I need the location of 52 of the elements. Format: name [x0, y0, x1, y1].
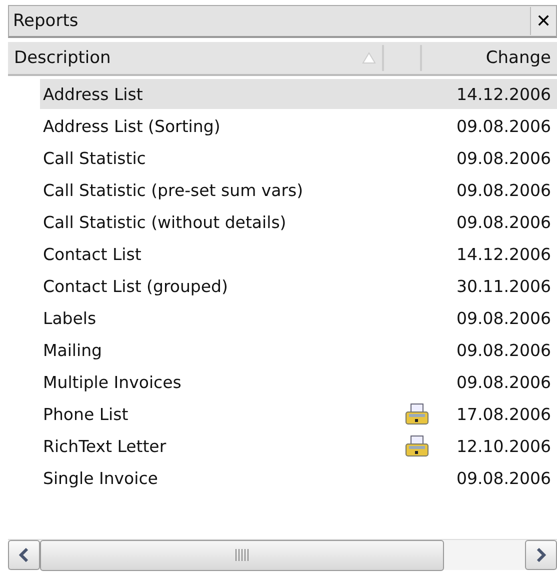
change-date: 09.08.2006 [456, 180, 552, 200]
table-row[interactable]: Single Invoice 09.08.2006 [40, 463, 557, 493]
report-name: Call Statistic (pre-set sum vars) [42, 180, 304, 200]
report-name: RichText Letter [42, 436, 168, 456]
table-row[interactable]: Contact List (grouped) 30.11.2006 [40, 271, 557, 301]
table-row[interactable]: Labels 09.08.2006 [40, 303, 557, 333]
change-date: 12.10.2006 [456, 436, 552, 456]
table-row[interactable]: Address List 14.12.2006 [40, 79, 557, 109]
change-date: 09.08.2006 [456, 372, 552, 392]
column-header[interactable]: Change [486, 48, 551, 68]
table-row[interactable]: Multiple Invoices 09.08.2006 [40, 367, 557, 397]
change-date: 14.12.2006 [456, 244, 552, 264]
chevron-right-icon [536, 548, 546, 562]
report-name: Labels [42, 308, 98, 328]
report-name: Call Statistic (without details) [42, 212, 288, 232]
report-name: Address List [42, 84, 144, 104]
report-name: Single Invoice [42, 468, 159, 488]
column-header[interactable]: Description [14, 48, 111, 68]
table-row[interactable]: Call Statistic (pre-set sum vars) 09.08.2006 [40, 175, 557, 205]
change-date: 09.08.2006 [456, 212, 552, 232]
chevron-left-icon [19, 548, 29, 562]
scroll-thumb[interactable] [40, 540, 444, 570]
change-date: 09.08.2006 [456, 148, 552, 168]
table-row[interactable]: Call Statistic (without details) 09.08.2006 [40, 207, 557, 237]
change-date: 17.08.2006 [456, 404, 552, 424]
scroll-left-button[interactable] [8, 540, 40, 570]
printer-icon [405, 403, 429, 425]
report-name: Address List (Sorting) [42, 116, 222, 136]
change-date: 14.12.2006 [456, 84, 552, 104]
report-name: Mailing [42, 340, 104, 360]
change-date: 30.11.2006 [456, 276, 552, 296]
report-name: Call Statistic [42, 148, 147, 168]
scroll-right-button[interactable] [525, 540, 557, 570]
close-button[interactable]: ✕ [530, 7, 556, 35]
table-row[interactable]: Address List (Sorting) 09.08.2006 [40, 111, 557, 141]
printer-icon [405, 435, 429, 457]
change-date: 09.08.2006 [456, 116, 552, 136]
report-name: Phone List [42, 404, 130, 424]
change-date: 09.08.2006 [456, 340, 552, 360]
table-row[interactable]: RichText Letter 12.10.2006 [40, 431, 557, 461]
change-date: 09.08.2006 [456, 308, 552, 328]
report-name: Contact List (grouped) [42, 276, 229, 296]
report-name: Contact List [42, 244, 142, 264]
horizontal-scrollbar[interactable] [8, 539, 557, 570]
table-row[interactable]: Call Statistic 09.08.2006 [40, 143, 557, 173]
grip-icon [235, 549, 249, 561]
change-date: 09.08.2006 [456, 468, 552, 488]
report-name: Multiple Invoices [42, 372, 182, 392]
table-row[interactable]: Phone List 17.08.2006 [40, 399, 557, 429]
table-row[interactable]: Contact List 14.12.2006 [40, 239, 557, 269]
table-row[interactable]: Mailing 09.08.2006 [40, 335, 557, 365]
panel-title: Reports [13, 11, 78, 31]
